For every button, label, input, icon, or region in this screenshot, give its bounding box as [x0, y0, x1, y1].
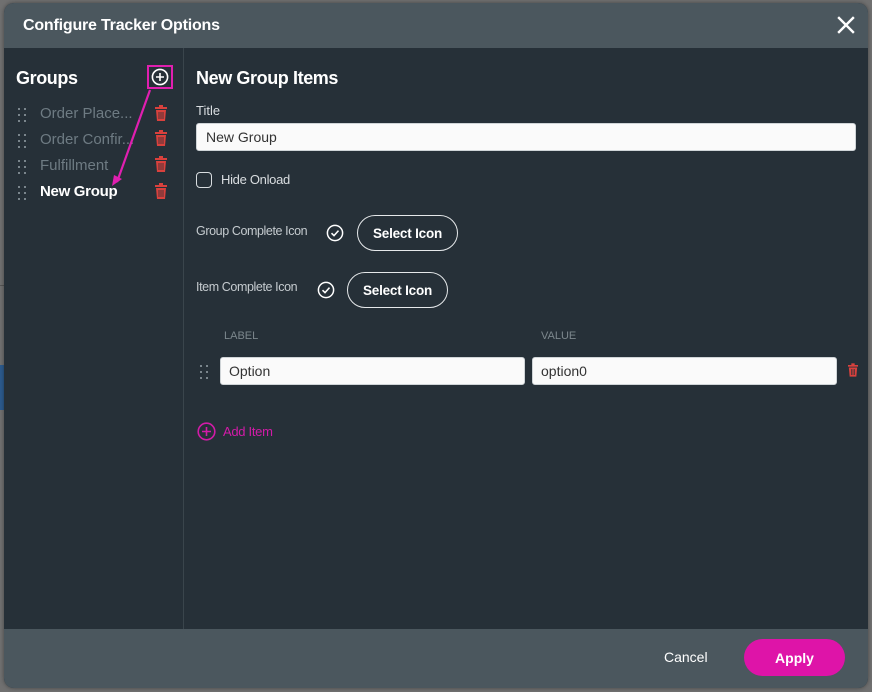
delete-group-button[interactable] [155, 183, 167, 199]
item-complete-icon-label: Item Complete Icon [196, 280, 298, 294]
close-button[interactable] [834, 13, 858, 37]
add-item-button[interactable]: Add Item [197, 422, 273, 441]
group-item[interactable]: Order Confir... [4, 128, 183, 152]
title-field-label: Title [196, 103, 221, 118]
label-column-header: LABEL [224, 330, 259, 342]
plus-circle-icon [197, 422, 216, 441]
check-circle-icon [326, 224, 344, 242]
trash-icon [155, 183, 167, 199]
group-label: Order Place... [40, 105, 133, 122]
trash-icon [155, 130, 167, 146]
group-item[interactable]: Fulfillment [4, 154, 183, 178]
group-label: Fulfillment [40, 157, 109, 174]
plus-circle-icon [151, 68, 169, 86]
title-input[interactable] [196, 123, 856, 151]
groups-sidebar: Groups Order Place... Order Confir... Fu… [4, 48, 184, 629]
group-items-panel: New Group Items Title Hide Onload Group … [184, 48, 868, 629]
value-column-header: VALUE [541, 330, 577, 342]
delete-group-button[interactable] [155, 130, 167, 146]
trash-icon [155, 105, 167, 121]
drag-handle-icon[interactable] [18, 186, 28, 200]
group-label: New Group [40, 183, 118, 200]
trash-icon [155, 156, 167, 172]
group-item[interactable]: Order Place... [4, 102, 183, 126]
select-group-complete-icon-button[interactable]: Select Icon [357, 215, 458, 251]
group-label: Order Confir... [40, 131, 135, 148]
groups-heading: Groups [16, 68, 78, 88]
hide-onload-label: Hide Onload [221, 172, 290, 187]
dialog-header: Configure Tracker Options [4, 3, 868, 48]
item-value-input[interactable] [532, 357, 837, 385]
add-item-label: Add Item [223, 424, 273, 439]
cancel-button[interactable]: Cancel [664, 649, 708, 665]
hide-onload-checkbox[interactable] [196, 172, 212, 188]
select-item-complete-icon-button[interactable]: Select Icon [347, 272, 448, 308]
panel-title: New Group Items [196, 68, 339, 88]
delete-group-button[interactable] [155, 105, 167, 121]
group-item-selected[interactable]: New Group [4, 180, 183, 204]
drag-handle-icon[interactable] [18, 160, 28, 174]
dialog-title: Configure Tracker Options [23, 17, 220, 34]
group-complete-icon-label: Group Complete Icon [196, 224, 308, 238]
drag-handle-icon[interactable] [18, 134, 28, 148]
apply-button[interactable]: Apply [744, 639, 845, 676]
check-circle-icon [317, 281, 335, 299]
delete-item-button[interactable] [848, 363, 858, 377]
item-label-input[interactable] [220, 357, 525, 385]
delete-group-button[interactable] [155, 156, 167, 172]
drag-handle-icon[interactable] [200, 365, 210, 379]
drag-handle-icon[interactable] [18, 108, 28, 122]
dialog-footer: Cancel Apply [4, 629, 868, 688]
close-icon [837, 16, 855, 34]
add-group-button[interactable] [147, 65, 173, 89]
configure-tracker-dialog: Configure Tracker Options Groups Order P… [4, 3, 868, 688]
trash-icon [848, 363, 858, 377]
